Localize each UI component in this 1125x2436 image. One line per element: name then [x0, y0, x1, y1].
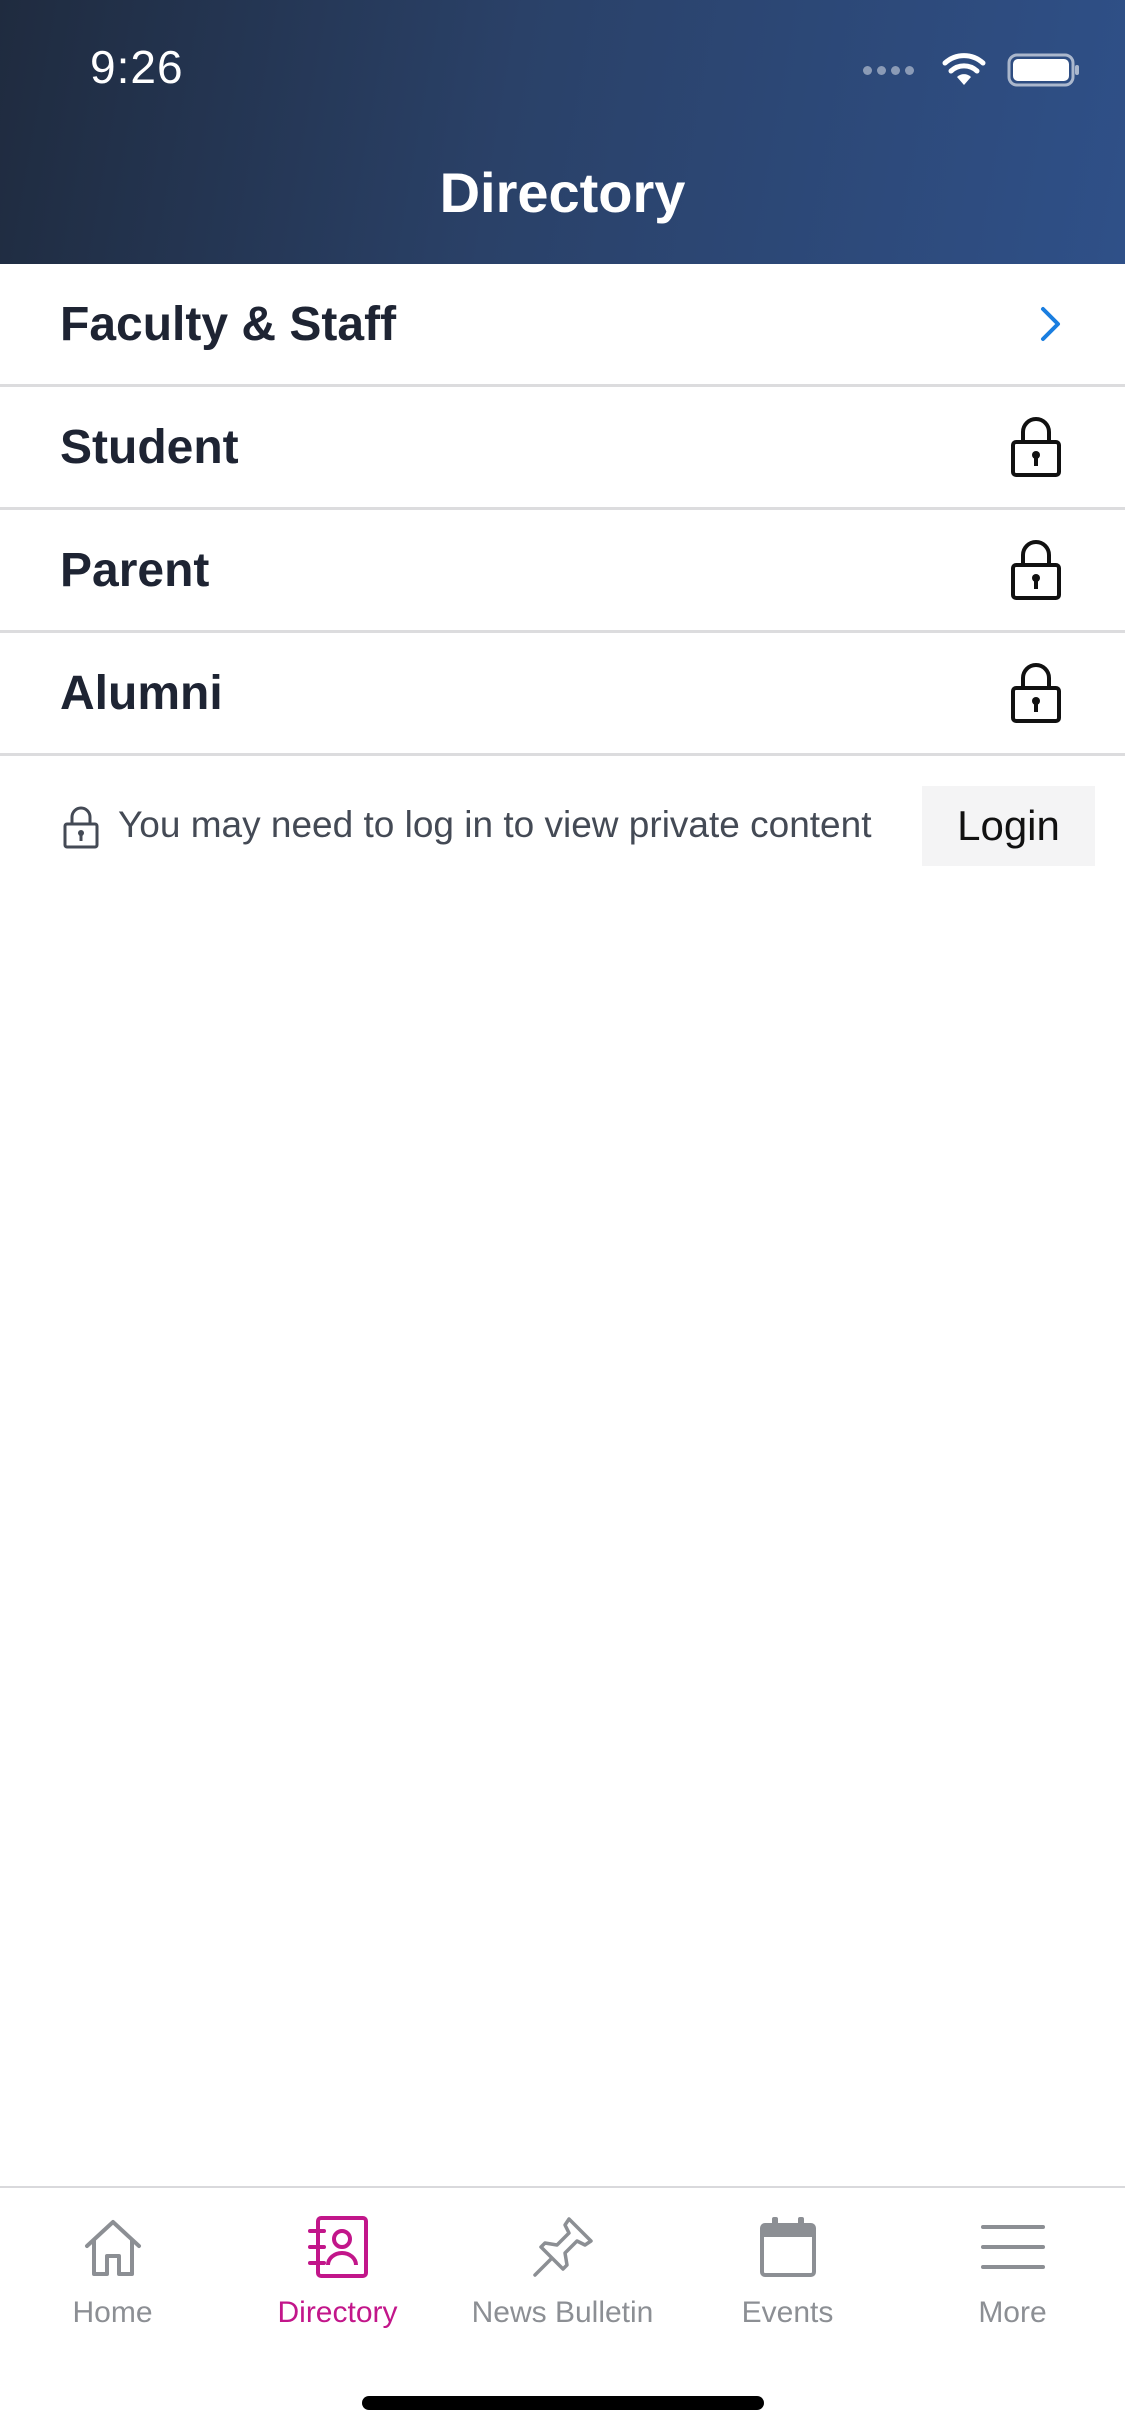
status-time: 9:26 — [90, 41, 184, 93]
calendar-icon — [753, 2214, 823, 2280]
list-item-faculty-staff[interactable]: Faculty & Staff — [0, 264, 1125, 387]
home-icon — [78, 2214, 148, 2280]
tab-directory[interactable]: Directory — [225, 2214, 450, 2344]
tab-label: More — [978, 2296, 1047, 2329]
tab-label: Directory — [277, 2296, 398, 2329]
list-item-label: Student — [60, 420, 239, 474]
lock-icon — [1009, 662, 1063, 724]
tab-events[interactable]: Events — [675, 2214, 900, 2344]
home-indicator[interactable] — [362, 2396, 764, 2410]
directory-list: Faculty & Staff Student Parent Alumni — [0, 264, 1125, 756]
tab-label: Events — [741, 2296, 834, 2329]
tab-label: Home — [72, 2296, 153, 2329]
tab-label: News Bulletin — [471, 2296, 654, 2329]
header: 9:26 Directory — [0, 0, 1125, 264]
login-notice: You may need to log in to view private c… — [0, 782, 1125, 872]
lock-icon — [1009, 539, 1063, 601]
menu-icon — [978, 2214, 1048, 2280]
tab-home[interactable]: Home — [0, 2214, 225, 2344]
chevron-right-icon — [1039, 305, 1063, 343]
directory-screen: 9:26 Directory Faculty & Staff Student P… — [0, 0, 1125, 2436]
wifi-icon — [942, 53, 986, 85]
list-item-alumni[interactable]: Alumni — [0, 633, 1125, 756]
tab-news-bulletin[interactable]: News Bulletin — [450, 2214, 675, 2344]
tab-more[interactable]: More — [900, 2214, 1125, 2344]
battery-icon — [1007, 53, 1079, 87]
pin-icon — [528, 2214, 598, 2280]
page-title: Directory — [439, 161, 686, 224]
lock-icon — [1009, 416, 1063, 478]
list-item-label: Faculty & Staff — [60, 297, 397, 351]
cellular-signal-icon — [863, 65, 919, 75]
login-button[interactable]: Login — [922, 786, 1095, 866]
notice-text: You may need to log in to view private c… — [118, 804, 872, 845]
list-item-label: Parent — [60, 543, 210, 597]
list-item-student[interactable]: Student — [0, 387, 1125, 510]
list-item-label: Alumni — [60, 666, 223, 720]
contact-book-icon — [303, 2214, 373, 2280]
status-icons — [863, 50, 1081, 90]
lock-icon — [62, 806, 100, 855]
list-item-parent[interactable]: Parent — [0, 510, 1125, 633]
